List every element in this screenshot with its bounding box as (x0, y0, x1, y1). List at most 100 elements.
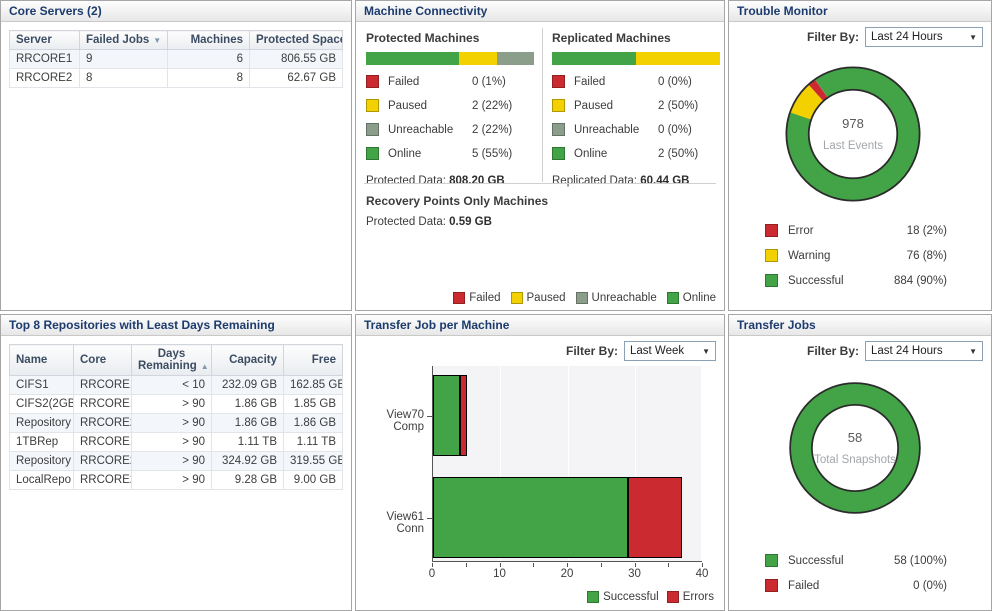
legend-value: 0 (0%) (913, 579, 947, 592)
protected-data-value: 808.20 GB (449, 175, 505, 187)
protected-machines-heading: Protected Machines (366, 31, 480, 45)
free-value: 162.85 GB (283, 375, 343, 395)
filter-row: Filter By: Last 24 Hours ▼ (807, 341, 983, 361)
table-row: RRCORE1 9 6 806.55 GB (9, 49, 343, 69)
free-value: 1.86 GB (283, 413, 343, 433)
x-axis-tick (634, 563, 636, 567)
core-servers-table: Server Failed Jobs ▼ Machines Protected S… (9, 30, 343, 88)
x-axis-tick-label: 0 (428, 568, 436, 580)
repo-core-link[interactable]: RRCORE1 (73, 394, 132, 414)
legend-value: 76 (8%) (906, 249, 947, 262)
filter-by-label: Filter By: (806, 344, 859, 358)
protected-machines-section: Protected Machines Failed 0 (1%) Paused … (366, 28, 534, 187)
legend-label: Errors (682, 591, 714, 603)
col-header-core[interactable]: Core (73, 344, 132, 376)
legend-value: 2 (22%) (472, 124, 513, 136)
legend-label: Unreachable (591, 292, 657, 304)
legend-label: Failed (469, 292, 501, 304)
trouble-donut-chart: 978 Last Events (777, 58, 929, 210)
legend-row: Paused 2 (22%) (366, 96, 534, 120)
paused-swatch-icon (366, 99, 379, 112)
x-axis-tick (499, 563, 501, 567)
legend-label: Successful (603, 591, 659, 603)
chevron-down-icon: ▼ (969, 346, 977, 356)
filter-select[interactable]: Last 24 Hours ▼ (865, 27, 983, 47)
x-axis-tick (668, 563, 670, 567)
recovery-points-heading: Recovery Points Only Machines (366, 194, 549, 208)
x-axis-tick (533, 563, 535, 567)
filter-select[interactable]: Last 24 Hours ▼ (865, 341, 983, 361)
failed-jobs-value: 9 (79, 49, 168, 69)
successful-swatch-icon (765, 554, 778, 567)
successful-swatch-icon (587, 591, 600, 603)
legend-item: Successful (587, 591, 659, 603)
replicated-machines-section: Replicated Machines Failed 0 (0%) Paused… (552, 28, 720, 187)
legend-row: Failed 0 (1%) (366, 72, 534, 96)
repo-name-link[interactable]: Repository 3 (9, 413, 74, 433)
donut-center: 978 Last Events (777, 58, 929, 210)
repo-name-link[interactable]: CIFS2(2GB) (9, 394, 74, 414)
online-swatch-icon (666, 292, 679, 304)
online-swatch-icon (552, 147, 565, 160)
panel-title-transfer-jobs: Transfer Jobs (729, 315, 991, 336)
legend-row: Unreachable 2 (22%) (366, 120, 534, 144)
x-axis-tick-label: 40 (695, 568, 709, 580)
legend-label: Online (574, 148, 608, 160)
x-axis-tick (465, 563, 467, 567)
table-row: Repository 1 RRCORE2 > 90 324.92 GB 319.… (9, 451, 343, 471)
legend-label: Successful (788, 274, 844, 287)
legend-value: 2 (50%) (658, 100, 699, 112)
legend-row: Failed 0 (0%) (552, 72, 720, 96)
repo-name-link[interactable]: 1TBRep (9, 432, 74, 452)
repo-name-link[interactable]: Repository 1 (9, 451, 74, 471)
col-header-protected-space[interactable]: Protected Space (249, 30, 343, 50)
snapshots-label: Total Snapshots (814, 454, 896, 466)
legend-row: Online 5 (55%) (366, 144, 534, 168)
unreachable-swatch-icon (552, 123, 565, 136)
filter-select[interactable]: Last Week ▼ (624, 341, 716, 361)
snapshots-count: 58 (847, 430, 863, 445)
col-header-name[interactable]: Name (9, 344, 74, 376)
legend-row: Paused 2 (50%) (552, 96, 720, 120)
repo-core-link[interactable]: RRCORE2 (73, 470, 132, 490)
x-axis-tick-label: 20 (560, 568, 574, 580)
col-header-failed-jobs[interactable]: Failed Jobs ▼ (79, 30, 168, 50)
events-label: Last Events (822, 140, 884, 152)
server-name-link[interactable]: RRCORE2 (9, 68, 80, 88)
capacity-value: 1.11 TB (211, 432, 284, 452)
legend-item: Failed (453, 292, 501, 304)
legend-label: Error (788, 224, 814, 237)
panel-title-machine-connectivity: Machine Connectivity (356, 1, 724, 22)
bar-chart-plot-area (432, 366, 702, 562)
y-axis-tick (427, 518, 432, 519)
panel-core-servers: Core Servers (2) Server Failed Jobs ▼ Mac… (0, 0, 352, 311)
col-header-capacity[interactable]: Capacity (211, 344, 284, 376)
server-name-link[interactable]: RRCORE1 (9, 49, 80, 69)
legend-label: Successful (788, 554, 844, 567)
col-header-server[interactable]: Server (9, 30, 80, 50)
legend-value: 5 (55%) (472, 148, 513, 160)
legend-value: 0 (0%) (658, 76, 692, 88)
filter-row: Filter By: Last Week ▼ (566, 341, 716, 361)
col-header-free[interactable]: Free (283, 344, 343, 376)
legend-row: Successful 58 (100%) (765, 548, 947, 573)
legend-row: Online 2 (50%) (552, 144, 720, 168)
core-servers-header-row: Server Failed Jobs ▼ Machines Protected S… (9, 30, 343, 50)
repo-core-link[interactable]: RRCORE1 (73, 432, 132, 452)
chevron-down-icon: ▼ (969, 32, 977, 42)
filter-selected-value: Last Week (630, 345, 685, 357)
repo-name-link[interactable]: LocalRepo (9, 470, 74, 490)
protected-space-value: 62.67 GB (249, 68, 343, 88)
chevron-down-icon: ▼ (702, 346, 710, 356)
repo-core-link[interactable]: RRCORE2 (73, 451, 132, 471)
transfer-jobs-donut-chart: 58 Total Snapshots (781, 374, 929, 522)
repositories-table: Name Core Days Remaining ▲ Capacity Free … (9, 344, 343, 490)
repo-core-link[interactable]: RRCORE1 (73, 375, 132, 395)
filter-selected-value: Last 24 Hours (871, 31, 943, 43)
col-header-days-remaining[interactable]: Days Remaining ▲ (131, 344, 212, 376)
repo-name-link[interactable]: CIFS1 (9, 375, 74, 395)
trouble-legend: Error 18 (2%) Warning 76 (8%) Successful… (765, 218, 947, 293)
col-header-machines[interactable]: Machines (167, 30, 250, 50)
legend-row: Successful 884 (90%) (765, 268, 947, 293)
repo-core-link[interactable]: RRCORE2 (73, 413, 132, 433)
